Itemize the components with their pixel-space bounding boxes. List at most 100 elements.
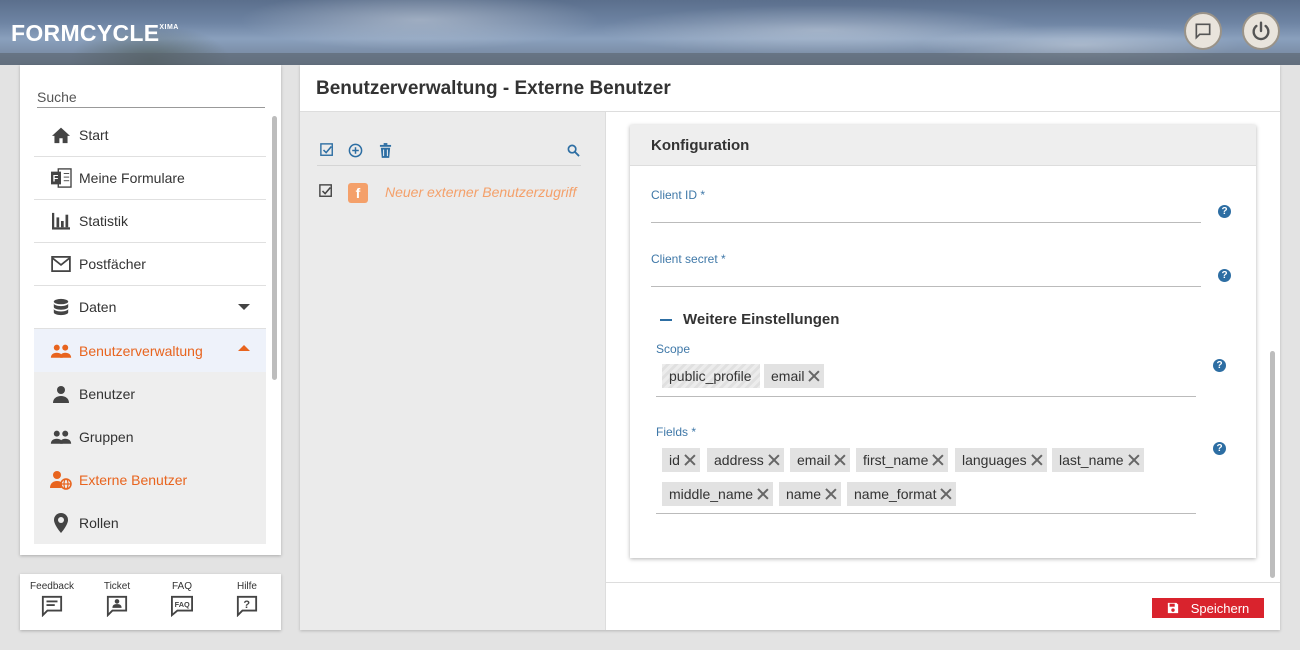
svg-text:F: F (53, 174, 59, 184)
fields-input[interactable] (656, 513, 1196, 514)
bar-chart-icon (50, 210, 72, 232)
sidebar-item-meine-formulare[interactable]: F Meine Formulare (34, 157, 266, 200)
logout-button[interactable] (1242, 12, 1280, 50)
list-item-label: Neuer externer Benutzerzugriff (385, 184, 577, 200)
field-chip: last_name (1052, 448, 1144, 472)
client-secret-input[interactable] (651, 286, 1201, 287)
power-icon (1252, 21, 1270, 41)
chat-icon (1195, 23, 1211, 40)
chevron-down-icon (238, 304, 250, 310)
sidebar-item-label: Benutzerverwaltung (79, 342, 203, 359)
help-icon[interactable]: ? (1218, 205, 1231, 218)
sidebar-item-label: Start (79, 127, 109, 143)
client-id-input[interactable] (651, 222, 1201, 223)
sidebar-item-label: Meine Formulare (79, 170, 185, 186)
sidebar-search-input[interactable]: Suche (37, 89, 265, 108)
sidebar-item-label: Externe Benutzer (79, 471, 188, 488)
database-icon (50, 296, 72, 318)
list-pane: f Neuer externer Benutzerzugriff (300, 112, 605, 630)
list-toolbar (317, 136, 581, 166)
sidebar-item-daten[interactable]: Daten (34, 286, 266, 329)
remove-chip-icon[interactable] (1128, 454, 1140, 466)
sidebar-item-label: Rollen (79, 514, 119, 531)
svg-text:FAQ: FAQ (175, 600, 190, 609)
help-item-label: Feedback (30, 581, 74, 592)
chat-button[interactable] (1184, 12, 1222, 50)
remove-chip-icon[interactable] (808, 370, 820, 382)
sidebar-item-rollen[interactable]: Rollen (34, 501, 266, 544)
svg-text:?: ? (243, 599, 250, 611)
weitere-einstellungen-toggle[interactable]: Weitere Einstellungen (660, 311, 839, 328)
scope-label: Scope (656, 342, 691, 356)
sidebar: Suche Start F Meine Formulare Statistik … (20, 65, 281, 555)
sidebar-item-label: Gruppen (79, 428, 134, 445)
sidebar-item-postfaecher[interactable]: Postfächer (34, 243, 266, 286)
field-chip: id (662, 448, 700, 472)
field-chip: address (707, 448, 784, 472)
feedback-button[interactable]: Feedback (26, 581, 78, 618)
section-title: Weitere Einstellungen (683, 311, 840, 328)
remove-chip-icon[interactable] (684, 454, 696, 466)
client-id-label: Client ID * (651, 188, 706, 202)
config-title: Konfiguration (630, 125, 1256, 166)
client-secret-label: Client secret * (651, 252, 726, 266)
delete-icon[interactable] (377, 142, 393, 158)
home-icon (50, 124, 72, 146)
feedback-icon (40, 594, 64, 618)
app-header: FORMCYCLEXIMA (0, 0, 1300, 65)
sidebar-item-gruppen[interactable]: Gruppen (34, 415, 266, 458)
help-item-label: Hilfe (236, 581, 257, 592)
config-scrollbar[interactable] (1270, 351, 1275, 578)
sidebar-item-benutzerverwaltung[interactable]: Benutzerverwaltung (34, 329, 266, 372)
select-all-icon[interactable] (319, 142, 335, 158)
sidebar-item-statistik[interactable]: Statistik (34, 200, 266, 243)
remove-chip-icon[interactable] (768, 454, 780, 466)
field-chip: middle_name (662, 482, 774, 506)
help-icon: ? (235, 594, 259, 618)
help-icon[interactable]: ? (1213, 442, 1226, 455)
search-icon[interactable] (565, 142, 581, 158)
remove-chip-icon[interactable] (825, 488, 837, 500)
save-button[interactable]: Speichern (1152, 598, 1264, 618)
facebook-icon: f (348, 183, 368, 203)
help-icon[interactable]: ? (1218, 269, 1231, 282)
group-icon (50, 426, 72, 448)
scope-chip: public_profile (662, 364, 760, 388)
remove-chip-icon[interactable] (1031, 454, 1043, 466)
sidebar-item-externe-benutzer[interactable]: Externe Benutzer (34, 458, 266, 501)
external-user-icon (50, 469, 72, 491)
sidebar-item-benutzer[interactable]: Benutzer (34, 372, 266, 415)
ticket-icon (105, 594, 129, 618)
field-chip: name_format (847, 482, 957, 506)
role-icon (50, 512, 72, 534)
sidebar-item-start[interactable]: Start (34, 114, 266, 157)
app-logo[interactable]: FORMCYCLEXIMA (11, 20, 179, 47)
field-chip: languages (955, 448, 1047, 472)
field-chip: email (790, 448, 851, 472)
remove-chip-icon[interactable] (757, 488, 769, 500)
save-icon (1167, 602, 1178, 614)
help-icon[interactable]: ? (1213, 359, 1226, 372)
faq-button[interactable]: FAQ FAQ (156, 581, 208, 618)
fields-label: Fields * (656, 425, 697, 439)
sidebar-item-label: Benutzer (79, 385, 136, 402)
checkbox-icon[interactable] (319, 184, 333, 203)
list-item[interactable]: f Neuer externer Benutzerzugriff (317, 180, 581, 204)
forms-icon: F (50, 167, 72, 189)
scope-input[interactable] (656, 396, 1196, 397)
page-title: Benutzerverwaltung - Externe Benutzer (316, 78, 671, 99)
main-panel: Benutzerverwaltung - Externe Benutzer f … (300, 65, 1280, 630)
scope-chip: email (764, 364, 825, 388)
config-card: Konfiguration Client ID * ? Client secre… (630, 125, 1256, 558)
help-bar: Feedback Ticket FAQ FAQ Hilfe ? (20, 574, 281, 630)
remove-chip-icon[interactable] (932, 454, 944, 466)
ticket-button[interactable]: Ticket (91, 581, 143, 618)
mail-icon (50, 253, 72, 275)
sidebar-scrollbar[interactable] (272, 116, 277, 380)
faq-icon: FAQ (170, 594, 194, 618)
hilfe-button[interactable]: Hilfe ? (221, 581, 273, 618)
add-icon[interactable] (347, 142, 363, 158)
remove-chip-icon[interactable] (940, 488, 952, 500)
remove-chip-icon[interactable] (834, 454, 846, 466)
users-icon (50, 340, 72, 362)
